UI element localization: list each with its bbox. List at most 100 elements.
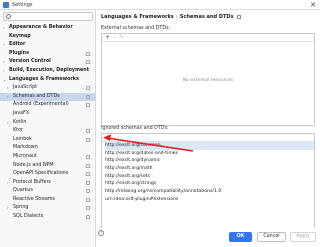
sidebar-item-label: SQL Dialects — [13, 214, 44, 220]
settings-tree: › Appearance & Behavior Keymap › Editor Plugi… — [0, 24, 96, 222]
sidebar-item-label: Schemas and DTDs — [13, 93, 60, 99]
edit-external-button[interactable]: ✎ — [118, 34, 125, 41]
sidebar-item[interactable]: SQL Dialects — [0, 213, 96, 222]
empty-state-text: No external resources — [182, 78, 234, 83]
sidebar-item[interactable]: Plugins — [0, 50, 96, 59]
list-item[interactable]: urn:idea:xslt-plugin#extensions — [105, 196, 314, 204]
help-icon[interactable]: ? — [98, 230, 104, 236]
project-settings-icon — [86, 60, 90, 65]
list-item[interactable]: http://exslt.org/dynamic — [105, 157, 314, 165]
chevron-right-icon[interactable]: › — [7, 204, 9, 213]
sidebar-item[interactable]: › Editor — [0, 41, 96, 50]
dialog-footer: ? OK Cancel Apply — [96, 228, 320, 247]
sidebar-item[interactable]: › Schemas and DTDs — [0, 92, 96, 102]
project-settings-icon — [86, 189, 90, 194]
remove-external-button[interactable]: − — [111, 34, 118, 41]
sidebar-item-label: Protocol Buffers — [13, 179, 51, 185]
close-icon[interactable]: ✕ — [310, 1, 316, 9]
sidebar-item[interactable]: Markdown — [0, 144, 96, 153]
sidebar-item[interactable]: OpenAPI Specifications — [0, 170, 96, 179]
list-item[interactable]: http://exslt.org/strings — [105, 180, 314, 188]
title-bar: Settings ✕ — [0, 0, 320, 10]
external-schemas-label: External schemas and DTDs: — [101, 26, 171, 31]
sidebar-item-label: Android (Experimental) — [13, 102, 69, 108]
schemas-dtds-page: Languages & Frameworks › Schemas and DTDs … — [96, 10, 320, 247]
remove-ignored-button[interactable]: − — [111, 134, 118, 141]
project-settings-icon — [86, 94, 90, 99]
breadcrumb-separator: › — [175, 14, 178, 20]
ignored-schemas-list: http://exslt.org/common http://exslt.org/… — [102, 142, 314, 204]
ignored-schemas-panel: + − http://exslt.org/common http://exslt.… — [101, 133, 315, 230]
project-scope-icon — [236, 14, 241, 19]
sidebar-item-label: Spring — [13, 205, 29, 211]
sidebar-item-label: Build, Execution, Deployment — [9, 67, 90, 73]
project-settings-icon — [86, 163, 90, 168]
sidebar-item-label: Quarkus — [13, 188, 33, 194]
list-item[interactable]: http://exslt.org/common — [105, 142, 314, 150]
sidebar-item-label: JavaScript — [13, 85, 38, 91]
sidebar-item-label: Version Control — [9, 59, 51, 65]
ok-button[interactable]: OK — [229, 232, 252, 242]
window-title: Settings — [12, 1, 33, 8]
sidebar-item[interactable]: Android (Experimental) — [0, 101, 96, 110]
chevron-right-icon[interactable]: › — [3, 58, 5, 67]
project-settings-icon — [86, 51, 90, 56]
apply-button[interactable]: Apply — [290, 232, 316, 242]
project-settings-icon — [86, 197, 90, 202]
chevron-right-icon[interactable]: › — [3, 41, 5, 50]
sidebar-item-label: Plugins — [9, 50, 29, 56]
sidebar-item[interactable]: JavaFX — [0, 110, 96, 119]
sidebar-item[interactable]: ⌄ Languages & Frameworks — [0, 76, 96, 85]
sidebar-item[interactable]: Ktor — [0, 127, 96, 136]
sidebar-item-label: Keymap — [9, 33, 31, 39]
sidebar-item-label: Reactive Streams — [13, 196, 56, 202]
sidebar-item[interactable]: Lombok — [0, 136, 96, 145]
chevron-right-icon[interactable]: › — [7, 119, 9, 128]
chevron-right-icon[interactable]: › — [7, 84, 9, 93]
sidebar-item-label: Node.js and NPM — [13, 162, 54, 168]
chevron-right-icon[interactable]: › — [3, 67, 5, 76]
app-icon — [3, 1, 9, 8]
sidebar-item[interactable]: Node.js and NPM — [0, 162, 96, 171]
ignored-toolbar: + − — [102, 134, 314, 142]
add-external-button[interactable]: + — [104, 34, 111, 41]
project-settings-icon — [86, 154, 90, 159]
settings-sidebar: › Appearance & Behavior Keymap › Editor Plugi… — [0, 10, 96, 247]
breadcrumb-parent[interactable]: Languages & Frameworks — [101, 14, 174, 20]
sidebar-item[interactable]: Keymap — [0, 33, 96, 42]
sidebar-item-label: Languages & Frameworks — [9, 76, 79, 82]
ignored-schemas-label: Ignored schemas and DTDs: — [101, 126, 169, 131]
chevron-right-icon[interactable]: › — [7, 179, 9, 188]
project-settings-icon — [86, 137, 90, 142]
sidebar-item[interactable]: › Spring — [0, 204, 96, 213]
sidebar-item[interactable]: Micronaut — [0, 153, 96, 162]
external-schemas-panel: + − ✎ No external resources — [101, 33, 315, 126]
settings-window: Settings ✕ › Appearance & Behavior Keymap ›… — [0, 0, 320, 247]
list-item[interactable]: http://exslt.org/dates-and-times — [105, 150, 314, 158]
chevron-right-icon[interactable]: › — [3, 24, 5, 33]
settings-search-input[interactable] — [12, 13, 92, 20]
project-settings-icon — [86, 172, 90, 177]
sidebar-item-label: Lombok — [13, 136, 32, 142]
sidebar-item[interactable]: › Version Control — [0, 58, 96, 67]
list-item[interactable]: http://exslt.org/sets — [105, 173, 314, 181]
sidebar-item[interactable]: › Kotlin — [0, 119, 96, 128]
sidebar-item-label: Markdown — [13, 145, 38, 151]
project-settings-icon — [86, 86, 90, 91]
chevron-down-icon[interactable]: ⌄ — [3, 76, 6, 85]
sidebar-item[interactable]: › JavaScript — [0, 84, 96, 93]
list-item[interactable]: http://exslt.org/math — [105, 165, 314, 173]
sidebar-item[interactable]: › Appearance & Behavior — [0, 24, 96, 33]
sidebar-item[interactable]: Quarkus — [0, 187, 96, 196]
list-item[interactable]: http://relaxng.org/ns/compatibility/anno… — [105, 188, 314, 196]
sidebar-item[interactable]: › Protocol Buffers — [0, 179, 96, 188]
sidebar-item[interactable]: › Build, Execution, Deployment — [0, 67, 96, 76]
sidebar-item-label: OpenAPI Specifications — [13, 171, 69, 177]
settings-search-field[interactable] — [3, 12, 93, 21]
sidebar-item-label: JavaFX — [13, 110, 30, 116]
cancel-button[interactable]: Cancel — [257, 232, 286, 242]
sidebar-item[interactable]: Reactive Streams — [0, 196, 96, 205]
chevron-right-icon[interactable]: › — [7, 93, 9, 102]
add-ignored-button[interactable]: + — [104, 134, 111, 141]
sidebar-item-label: Kotlin — [13, 119, 27, 125]
